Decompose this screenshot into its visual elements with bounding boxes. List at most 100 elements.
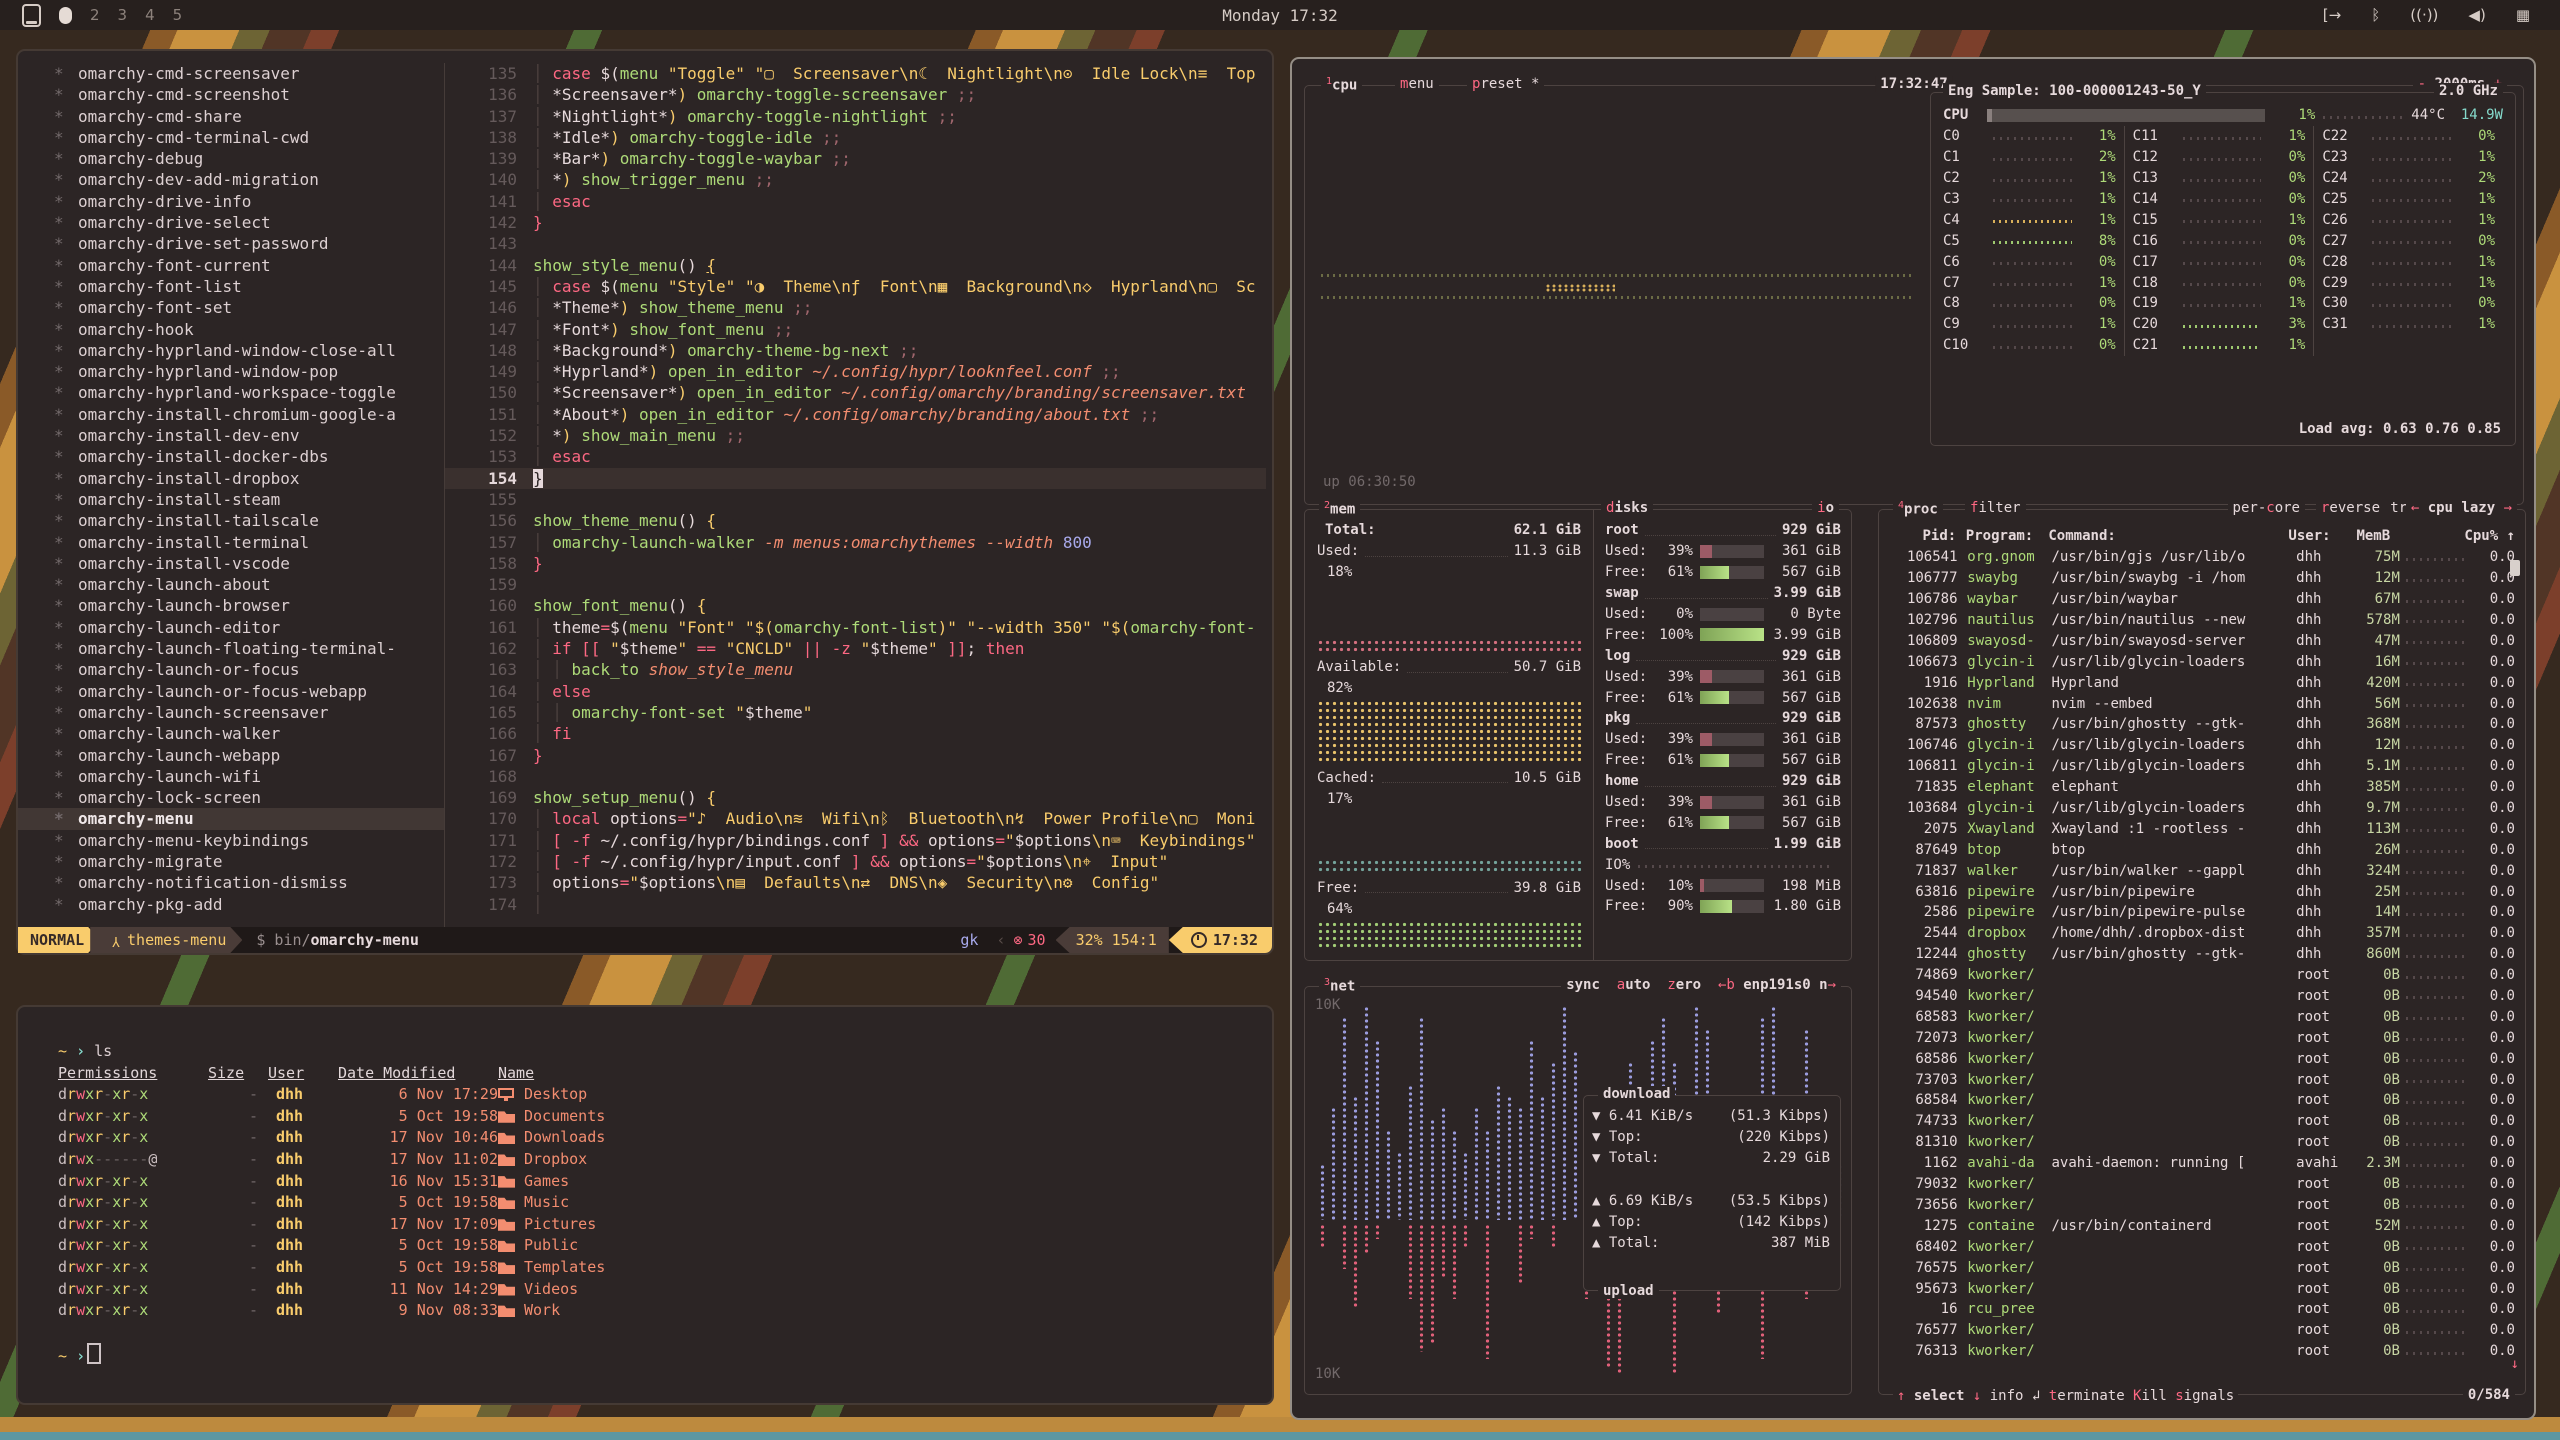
process-row[interactable]: 71835elephantelephantdhh385M0.0 [1879,777,2525,798]
code-line[interactable]: 143 [445,233,1266,254]
reverse-toggle[interactable]: reverse [2316,500,2385,516]
file-item[interactable]: *omarchy-font-list [18,276,444,297]
code-line[interactable]: 150│ *Screensaver*) open_in_editor ~/.co… [445,382,1266,403]
menu-button[interactable]: menu [1395,76,1439,92]
file-item[interactable]: *omarchy-launch-or-focus [18,659,444,680]
file-item[interactable]: *omarchy-menu-keybindings [18,830,444,851]
code-line[interactable]: 164│ else [445,681,1266,702]
bluetooth-icon[interactable]: ᛒ [2371,6,2380,24]
process-row[interactable]: 106673glycin-i/usr/lib/glycin-loadersdhh… [1879,651,2525,672]
file-item[interactable]: *omarchy-launch-wifi [18,766,444,787]
file-item[interactable]: *omarchy-launch-about [18,574,444,595]
code-editor[interactable]: 135│ case $(menu "Toggle" "▢ Screensaver… [444,63,1266,927]
process-row[interactable]: 1916HyprlandHyprlanddhh420M0.0 [1879,672,2525,693]
process-row[interactable]: 106786waybar/usr/bin/waybardhh67M0.0 [1879,589,2525,610]
process-row[interactable]: 12244ghostty/usr/bin/ghostty --gtk-dhh86… [1879,944,2525,965]
sort-selector[interactable]: ← cpu lazy → [2406,500,2517,516]
process-row[interactable]: 68586kworker/root0B0.0 [1879,1048,2525,1069]
file-item[interactable]: *omarchy-launch-screensaver [18,702,444,723]
process-row[interactable]: 16rcu_preeroot0B0.0 [1879,1299,2525,1320]
code-line[interactable]: 157│ omarchy-launch-walker -m menus:omar… [445,532,1266,553]
file-item[interactable]: *omarchy-hyprland-window-pop [18,361,444,382]
cpu-icon[interactable]: ▦ [2516,6,2530,24]
code-line[interactable]: 154} [445,468,1266,489]
process-row[interactable]: 68584kworker/root0B0.0 [1879,1090,2525,1111]
process-row[interactable]: 103684glycin-i/usr/lib/glycin-loadersdhh… [1879,798,2525,819]
workspace-3[interactable]: 3 [118,6,128,24]
code-line[interactable]: 168 [445,766,1266,787]
code-line[interactable]: 144show_style_menu() { [445,255,1266,276]
process-row[interactable]: 72073kworker/root0B0.0 [1879,1027,2525,1048]
code-line[interactable]: 172│ [ -f ~/.config/hypr/input.conf ] &&… [445,851,1266,872]
workspace-5[interactable]: 5 [173,6,183,24]
code-line[interactable]: 147│ *Font*) show_font_menu ;; [445,319,1266,340]
process-row[interactable]: 74869kworker/root0B0.0 [1879,965,2525,986]
code-line[interactable]: 152│ *) show_main_menu ;; [445,425,1266,446]
code-line[interactable]: 149│ *Hyprland*) open_in_editor ~/.confi… [445,361,1266,382]
scroll-down-icon[interactable]: ↓ [2511,1356,2519,1372]
process-row[interactable]: 2075XwaylandXwayland :1 -rootless -dhh11… [1879,818,2525,839]
code-line[interactable]: 155 [445,489,1266,510]
file-item[interactable]: *omarchy-menu [18,808,444,829]
process-row[interactable]: 94540kworker/root0B0.0 [1879,986,2525,1007]
code-line[interactable]: 135│ case $(menu "Toggle" "▢ Screensaver… [445,63,1266,84]
clock[interactable]: Monday 17:32 [1222,6,1338,25]
workspace-4[interactable]: 4 [145,6,155,24]
process-row[interactable]: 106811glycin-i/usr/lib/glycin-loadersdhh… [1879,756,2525,777]
file-item[interactable]: *omarchy-launch-webapp [18,745,444,766]
code-line[interactable]: 166│ fi [445,723,1266,744]
workspace-2[interactable]: 2 [90,6,100,24]
file-item[interactable]: *omarchy-install-tailscale [18,510,444,531]
code-line[interactable]: 160show_font_menu() { [445,595,1266,616]
tab-cpu[interactable]: 1cpu [1321,76,1362,94]
code-line[interactable]: 173│ options="$options\n▤ Defaults\n⇄ DN… [445,872,1266,893]
process-row[interactable]: 2544dropbox/home/dhh/.dropbox-distdhh357… [1879,923,2525,944]
terminal-window[interactable]: ~ › ls PermissionsSizeUserDate ModifiedN… [16,1005,1274,1405]
file-item[interactable]: *omarchy-drive-set-password [18,233,444,254]
code-line[interactable]: 162│ if [[ "$theme" == "CNCLD" || -z "$t… [445,638,1266,659]
file-item[interactable]: *omarchy-debug [18,148,444,169]
process-row[interactable]: 1162avahi-daavahi-daemon: running [avahi… [1879,1153,2525,1174]
preset-button[interactable]: preset * [1467,76,1544,92]
code-line[interactable]: 138│ *Idle*) omarchy-toggle-idle ;; [445,127,1266,148]
file-item[interactable]: *omarchy-hyprland-workspace-toggle [18,382,444,403]
file-item[interactable]: *omarchy-install-dev-env [18,425,444,446]
code-line[interactable]: 156show_theme_menu() { [445,510,1266,531]
code-line[interactable]: 170│ local options="♪ Audio\n≋ Wifi\nᛒ B… [445,808,1266,829]
code-line[interactable]: 146│ *Theme*) show_theme_menu ;; [445,297,1266,318]
process-row[interactable]: 76313kworker/root0B0.0 [1879,1341,2525,1362]
tab-net[interactable]: 3net [1319,977,1360,995]
file-item[interactable]: *omarchy-launch-editor [18,617,444,638]
process-row[interactable]: 68402kworker/root0B0.0 [1879,1236,2525,1257]
code-line[interactable]: 137│ *Nightlight*) omarchy-toggle-nightl… [445,106,1266,127]
volume-icon[interactable]: ◀) [2468,6,2485,24]
file-item[interactable]: *omarchy-launch-or-focus-webapp [18,681,444,702]
file-item[interactable]: *omarchy-font-set [18,297,444,318]
code-line[interactable]: 174│ [445,894,1266,915]
process-row[interactable]: 106746glycin-i/usr/lib/glycin-loadersdhh… [1879,735,2525,756]
process-row[interactable]: 73703kworker/root0B0.0 [1879,1069,2525,1090]
code-line[interactable]: 139│ *Bar*) omarchy-toggle-waybar ;; [445,148,1266,169]
process-row[interactable]: 74733kworker/root0B0.0 [1879,1111,2525,1132]
code-line[interactable]: 161│ theme=$(menu "Font" "$(omarchy-font… [445,617,1266,638]
code-line[interactable]: 159 [445,574,1266,595]
workspace-1-active[interactable] [59,7,72,24]
file-item[interactable]: *omarchy-drive-info [18,191,444,212]
code-line[interactable]: 142} [445,212,1266,233]
tab-mem[interactable]: 2mem [1319,500,1360,518]
process-row[interactable]: 102638nvimnvim --embeddhh56M0.0 [1879,693,2525,714]
process-row[interactable]: 95673kworker/root0B0.0 [1879,1278,2525,1299]
code-line[interactable]: 140│ *) show_trigger_menu ;; [445,169,1266,190]
process-row[interactable]: 73656kworker/root0B0.0 [1879,1195,2525,1216]
file-item[interactable]: *omarchy-notification-dismiss [18,872,444,893]
network-icon[interactable]: ((·)) [2410,6,2438,24]
file-item[interactable]: *omarchy-hook [18,319,444,340]
screencast-icon[interactable]: [→ [2323,6,2341,24]
prompt-line-empty[interactable]: ~ › [58,1343,1272,1365]
code-line[interactable]: 167} [445,745,1266,766]
file-item[interactable]: *omarchy-launch-walker [18,723,444,744]
filter-button[interactable]: filter [1965,500,2026,516]
code-line[interactable]: 153│ esac [445,446,1266,467]
code-line[interactable]: 141│ esac [445,191,1266,212]
file-item[interactable]: *omarchy-install-terminal [18,532,444,553]
